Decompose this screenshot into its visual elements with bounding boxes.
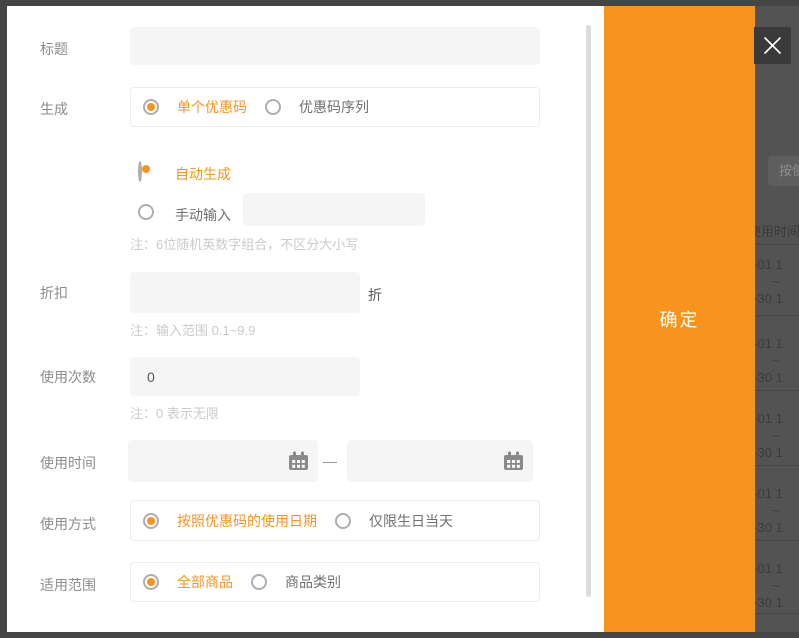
field-label-usage-count: 使用次数 bbox=[40, 367, 96, 387]
background-page-fragment: 按使 使用时间 1-01 1 ~ 1-30 1 1-01 1 ~ 1-30 1 … bbox=[755, 6, 799, 632]
table-cell-date-start: 1-01 1 bbox=[755, 486, 783, 501]
background-filter-button: 按使 bbox=[768, 156, 799, 186]
date-range-separator: — bbox=[323, 453, 337, 469]
close-button[interactable] bbox=[754, 27, 791, 64]
table-cell-date-start: 1-01 1 bbox=[755, 561, 783, 576]
radio-auto-generate[interactable] bbox=[138, 161, 142, 182]
calendar-icon bbox=[503, 451, 524, 472]
radio-manual-input[interactable] bbox=[138, 204, 154, 220]
table-row-divider bbox=[755, 613, 799, 614]
radio-auto-generate-label[interactable]: 自动生成 bbox=[175, 164, 231, 184]
table-cell-tilde: ~ bbox=[772, 503, 780, 518]
table-row-divider bbox=[755, 315, 799, 316]
coupon-form-modal: 标题 生成 单个优惠码 优惠码序列 自动生成 手动输入 注：6位随机英数字组合，… bbox=[7, 6, 604, 632]
table-cell-date-end: 1-30 1 bbox=[755, 445, 783, 460]
table-row-divider bbox=[755, 540, 799, 541]
modal-scrollbar-thumb[interactable] bbox=[586, 25, 591, 597]
discount-range-note: 注：输入范围 0.1~9.9 bbox=[130, 320, 255, 339]
radio-birthday-only[interactable] bbox=[335, 513, 351, 529]
table-cell-date-end: 1-30 1 bbox=[755, 370, 783, 385]
table-cell-date-start: 1-01 1 bbox=[755, 411, 783, 426]
radio-product-category-label[interactable]: 商品类别 bbox=[285, 572, 341, 592]
title-input[interactable] bbox=[130, 27, 540, 65]
field-label-usage-method: 使用方式 bbox=[40, 514, 96, 534]
radio-all-products-label[interactable]: 全部商品 bbox=[177, 572, 233, 592]
start-date-picker[interactable] bbox=[128, 440, 318, 482]
discount-input[interactable] bbox=[130, 272, 360, 313]
table-cell-date-start: 1-01 1 bbox=[755, 336, 783, 351]
radio-by-coupon-date-label[interactable]: 按照优惠码的使用日期 bbox=[177, 511, 317, 531]
end-date-picker[interactable] bbox=[347, 440, 533, 482]
table-cell-tilde: ~ bbox=[772, 353, 780, 368]
confirm-button-label: 确定 bbox=[660, 306, 700, 332]
table-cell-date-end: 1-30 1 bbox=[755, 520, 783, 535]
radio-all-products[interactable] bbox=[143, 574, 159, 590]
usage-count-input[interactable] bbox=[130, 357, 360, 396]
table-cell-tilde: ~ bbox=[772, 428, 780, 443]
table-row-divider bbox=[755, 465, 799, 466]
table-cell-tilde: ~ bbox=[772, 578, 780, 593]
radio-product-category[interactable] bbox=[251, 574, 267, 590]
radio-single-code-label[interactable]: 单个优惠码 bbox=[177, 97, 247, 117]
field-label-usage-time: 使用时间 bbox=[40, 453, 96, 473]
discount-unit-label: 折 bbox=[368, 285, 382, 305]
table-cell-date-start: 1-01 1 bbox=[755, 257, 783, 272]
calendar-icon bbox=[288, 451, 309, 472]
radio-birthday-only-label[interactable]: 仅限生日当天 bbox=[369, 511, 453, 531]
usage-method-options-group: 按照优惠码的使用日期 仅限生日当天 bbox=[130, 500, 540, 541]
radio-by-coupon-date[interactable] bbox=[143, 513, 159, 529]
radio-code-series-label[interactable]: 优惠码序列 bbox=[299, 97, 369, 117]
close-icon bbox=[763, 36, 782, 55]
radio-manual-input-label[interactable]: 手动输入 bbox=[175, 205, 231, 225]
code-format-note: 注：6位随机英数字组合，不区分大小写 bbox=[130, 234, 358, 253]
table-cell-tilde: ~ bbox=[772, 274, 780, 289]
generate-options-group: 单个优惠码 优惠码序列 bbox=[130, 87, 540, 127]
scope-options-group: 全部商品 商品类别 bbox=[130, 562, 540, 602]
table-row-divider bbox=[755, 244, 799, 245]
manual-code-input[interactable] bbox=[243, 193, 425, 226]
radio-code-series[interactable] bbox=[265, 99, 281, 115]
field-label-discount: 折扣 bbox=[40, 283, 68, 303]
background-table-header-usage-time: 使用时间 bbox=[755, 221, 799, 240]
table-row-divider bbox=[755, 390, 799, 391]
coupon-dialog-screen: 标题 生成 单个优惠码 优惠码序列 自动生成 手动输入 注：6位随机英数字组合，… bbox=[0, 0, 799, 638]
field-label-generate: 生成 bbox=[40, 99, 68, 119]
table-cell-date-end: 1-30 1 bbox=[755, 595, 783, 610]
usage-count-note: 注：0 表示无限 bbox=[130, 403, 219, 422]
radio-single-code[interactable] bbox=[143, 99, 159, 115]
field-label-title: 标题 bbox=[40, 39, 68, 59]
confirm-button[interactable]: 确定 bbox=[604, 6, 755, 632]
table-cell-date-end: 1-30 1 bbox=[755, 291, 783, 306]
field-label-scope: 适用范围 bbox=[40, 575, 96, 595]
